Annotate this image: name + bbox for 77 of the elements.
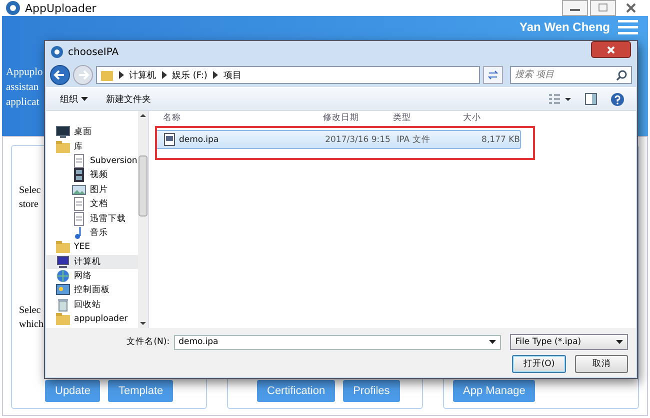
nav-item[interactable]: YEE xyxy=(46,240,138,255)
nav-item[interactable]: 控制面板 xyxy=(46,283,138,298)
back-icon xyxy=(50,65,70,85)
nav-item[interactable]: 网络 xyxy=(46,268,138,284)
card-text: store xyxy=(19,198,38,212)
nav-item[interactable]: appuploader xyxy=(46,312,138,326)
picture-icon xyxy=(72,182,86,197)
refresh-icon xyxy=(483,66,503,84)
nav-item[interactable]: 视频 xyxy=(46,168,138,183)
column-header[interactable]: 名称 xyxy=(155,112,181,124)
document-icon xyxy=(72,154,86,168)
card-text: Selec xyxy=(19,184,41,198)
dialog-title: chooseIPA xyxy=(68,46,120,58)
nav-item[interactable]: 迅雷下载 xyxy=(46,211,138,226)
folder-icon xyxy=(101,69,113,81)
chevron-icon xyxy=(118,71,124,79)
view-options-icon xyxy=(549,93,571,105)
menu-icon xyxy=(618,19,638,35)
folder-icon xyxy=(56,140,70,154)
document-icon xyxy=(72,212,86,226)
column-header[interactable]: 大小 xyxy=(463,112,481,124)
breadcrumb-item[interactable]: 计算机 xyxy=(129,68,156,82)
close-icon xyxy=(607,46,615,54)
file-type: IPA 文件 xyxy=(396,134,432,146)
nav-item[interactable]: 桌面 xyxy=(46,125,138,140)
control-panel-icon xyxy=(56,283,70,298)
folder-icon xyxy=(56,312,70,326)
file-icon xyxy=(164,133,175,146)
file-type-dropdown[interactable]: File Type (*.ipa) xyxy=(510,334,628,350)
recycle-bin-icon xyxy=(56,298,70,312)
preview-pane-icon xyxy=(585,93,597,105)
nav-item[interactable]: 计算机 xyxy=(46,254,138,269)
close-button[interactable] xyxy=(591,41,631,58)
filename-field[interactable]: demo.ipa xyxy=(174,334,502,350)
address-field[interactable]: 计算机 娱乐 (F:) 项目 xyxy=(96,66,480,84)
nav-item[interactable]: 文档 xyxy=(46,196,138,212)
intro-text: assistan xyxy=(6,81,39,95)
new-folder-button[interactable]: 新建文件夹 xyxy=(104,90,153,108)
intro-text: applicat xyxy=(6,96,40,110)
film-icon xyxy=(72,168,86,182)
breadcrumb-item[interactable]: 项目 xyxy=(223,68,242,82)
file-date: 2017/3/16 9:15 xyxy=(325,134,392,144)
column-header[interactable]: 修改日期 xyxy=(323,112,359,124)
column-header[interactable]: 类型 xyxy=(393,112,411,124)
file-name: demo.ipa xyxy=(179,134,219,144)
caret-icon xyxy=(81,97,88,101)
file-row[interactable]: demo.ipa 2017/3/16 9:15 IPA 文件 8,177 KB xyxy=(155,130,521,149)
search-icon xyxy=(616,70,627,81)
window-title: AppUploader xyxy=(25,2,98,14)
dropdown-arrow-icon xyxy=(489,340,496,344)
nav-item[interactable]: 库 xyxy=(46,139,138,154)
organize-menu[interactable]: 组织 xyxy=(58,90,90,108)
app-logo-icon xyxy=(51,46,63,58)
file-size: 8,177 KB xyxy=(480,134,520,144)
help-icon xyxy=(611,92,624,106)
computer-icon xyxy=(56,254,70,269)
cancel-button[interactable]: 取消 xyxy=(575,355,628,373)
folder-icon xyxy=(56,240,70,254)
nav-item[interactable]: 音乐 xyxy=(46,226,138,240)
intro-text: Appuplo xyxy=(6,66,43,80)
nav-item[interactable]: 回收站 xyxy=(46,298,138,312)
dropdown-arrow-icon xyxy=(616,340,624,344)
chevron-icon xyxy=(161,71,167,79)
search-field[interactable]: 搜索 项目 xyxy=(510,66,632,84)
desktop-icon xyxy=(56,125,70,140)
open-button[interactable]: 打开(O) xyxy=(512,355,566,373)
nav-item[interactable]: 图片 xyxy=(46,182,138,197)
user-name: Yan Wen Cheng xyxy=(520,20,610,34)
breadcrumb-item[interactable]: 娱乐 (F:) xyxy=(172,68,208,82)
document-icon xyxy=(72,197,86,212)
nav-item[interactable]: Subversion xyxy=(46,154,138,168)
filename-label: 文件名(N): xyxy=(126,336,170,348)
card-text: Selec xyxy=(19,304,41,318)
chevron-icon xyxy=(212,71,218,79)
forward-icon xyxy=(73,65,93,85)
globe-icon xyxy=(56,269,70,284)
card-text: which xyxy=(19,318,44,332)
